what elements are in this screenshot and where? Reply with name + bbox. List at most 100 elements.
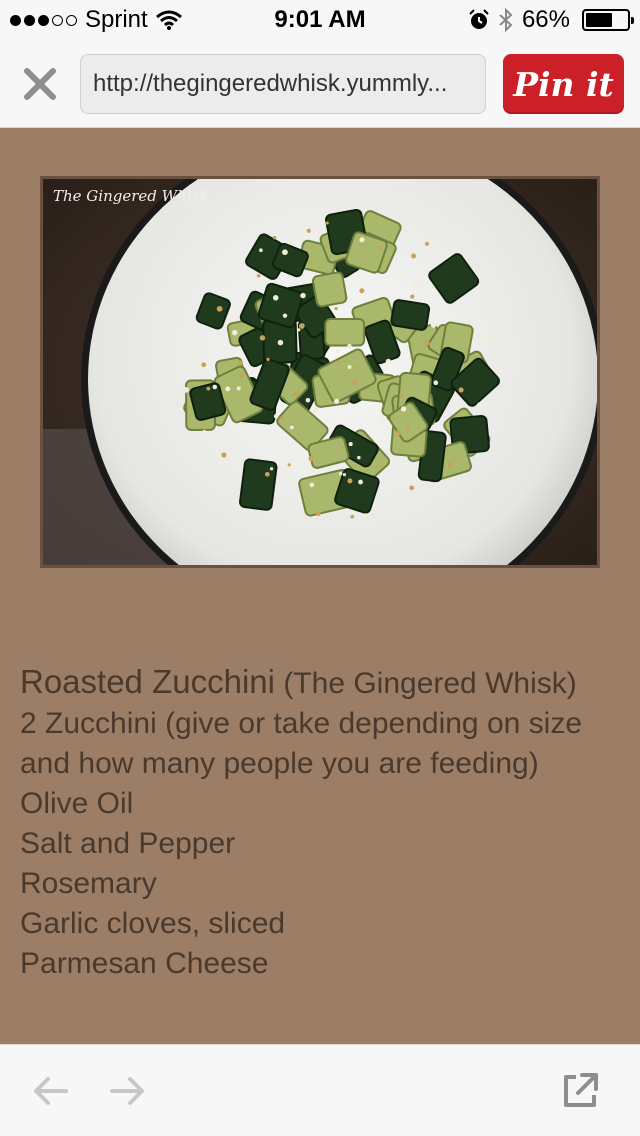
parmesan-speck	[309, 482, 315, 488]
parmesan-speck	[277, 339, 284, 346]
parmesan-speck	[266, 357, 270, 361]
parmesan-speck	[415, 233, 421, 239]
pin-it-button[interactable]: Pin it	[503, 54, 624, 114]
parmesan-speck	[238, 373, 244, 379]
parmesan-speck	[282, 313, 288, 318]
close-button[interactable]	[18, 62, 62, 106]
parmesan-speck	[399, 393, 403, 397]
parmesan-speck	[256, 273, 261, 278]
parmesan-speck	[479, 337, 486, 344]
parmesan-speck	[352, 365, 357, 370]
parmesan-speck	[289, 425, 294, 430]
battery-percent: 66%	[521, 6, 570, 33]
parmesan-speck	[308, 260, 312, 264]
bottom-toolbar	[0, 1044, 640, 1136]
parmesan-speck	[363, 513, 368, 518]
parmesan-speck	[498, 370, 504, 375]
pin-content: The Gingered Whisk Roasted Zucchini (The…	[0, 128, 640, 1044]
parmesan-speck	[188, 353, 195, 360]
parmesan-speck	[423, 339, 430, 346]
open-external-icon	[564, 1073, 598, 1107]
parmesan-speck	[433, 380, 439, 386]
zucchini-piece	[312, 271, 348, 308]
parmesan-speck	[319, 514, 324, 519]
ingredient-line: Salt and Pepper	[20, 827, 236, 860]
parmesan-speck	[259, 335, 266, 341]
parmesan-speck	[419, 279, 424, 284]
parmesan-speck	[216, 305, 223, 312]
ingredient-line: 2 Zucchini (give or take depending on si…	[20, 707, 583, 780]
parmesan-speck	[297, 513, 301, 517]
parmesan-speck	[489, 338, 494, 343]
ingredient-line: Olive Oil	[20, 787, 134, 820]
zucchini-photo[interactable]: The Gingered Whisk	[40, 176, 600, 568]
parmesan-speck	[287, 463, 291, 467]
parmesan-speck	[201, 362, 207, 368]
photo-watermark: The Gingered Whisk	[53, 187, 209, 205]
parmesan-speck	[239, 422, 243, 427]
parmesan-speck	[338, 471, 343, 476]
browser-toolbar: http://thegingeredwhisk.yummly... Pin it	[0, 40, 640, 128]
parmesan-speck	[297, 328, 301, 332]
open-external-button[interactable]	[556, 1067, 604, 1115]
recipe-source: (The Gingered Whisk)	[283, 667, 577, 700]
parmesan-speck	[269, 467, 274, 471]
parmesan-speck	[300, 292, 306, 299]
parmesan-speck	[410, 281, 417, 287]
parmesan-speck	[385, 358, 392, 365]
parmesan-speck	[350, 514, 355, 519]
parmesan-speck	[337, 360, 341, 364]
ingredient-line: Parmesan Cheese	[20, 947, 269, 980]
recipe-heading: Roasted Zucchini (The Gingered Whisk)	[20, 662, 624, 704]
url-field[interactable]: http://thegingeredwhisk.yummly...	[80, 54, 486, 114]
zucchini-piece	[390, 299, 431, 331]
parmesan-speck	[342, 473, 347, 477]
parmesan-speck	[358, 479, 363, 485]
parmesan-speck	[272, 295, 279, 301]
parmesan-speck	[335, 349, 340, 354]
parmesan-speck	[347, 365, 352, 369]
ingredient-line: Garlic cloves, sliced	[20, 907, 286, 940]
parmesan-speck	[273, 413, 279, 419]
parmesan-speck	[409, 485, 415, 491]
bluetooth-icon	[499, 8, 513, 32]
parmesan-speck	[221, 452, 227, 458]
parmesan-speck	[379, 246, 383, 250]
parmesan-speck	[312, 408, 318, 414]
url-text: http://thegingeredwhisk.yummly...	[93, 70, 448, 97]
parmesan-speck	[309, 246, 313, 250]
back-button[interactable]	[26, 1067, 74, 1115]
parmesan-speck	[305, 397, 311, 403]
parmesan-speck	[236, 386, 241, 391]
status-bar: Sprint 9:01 AM 66%	[0, 0, 640, 40]
parmesan-speck	[347, 478, 353, 484]
parmesan-speck	[424, 241, 430, 246]
parmesan-speck	[473, 326, 478, 330]
parmesan-speck	[212, 384, 218, 390]
parmesan-speck	[282, 249, 288, 256]
parmesan-speck	[333, 356, 337, 360]
parmesan-speck	[380, 417, 384, 421]
parmesan-speck	[405, 424, 411, 430]
arrow-left-icon	[34, 1077, 68, 1105]
parmesan-speck	[347, 343, 352, 349]
parmesan-speck	[237, 360, 244, 366]
parmesan-speck	[280, 416, 284, 421]
parmesan-speck	[430, 322, 437, 328]
zucchini-piece	[239, 458, 278, 511]
parmesan-speck	[447, 461, 454, 467]
parmesan-speck	[306, 228, 311, 233]
parmesan-speck	[400, 406, 407, 412]
parmesan-speck	[458, 387, 464, 393]
alarm-icon	[469, 9, 489, 29]
recipe-description: Roasted Zucchini (The Gingered Whisk) 2 …	[20, 662, 624, 984]
parmesan-speck	[265, 471, 270, 477]
parmesan-speck	[334, 306, 338, 311]
parmesan-speck	[396, 430, 401, 436]
parmesan-speck	[498, 345, 502, 350]
parmesan-speck	[259, 248, 263, 253]
zucchini-piece	[324, 317, 366, 347]
parmesan-speck	[476, 402, 483, 409]
recipe-title: Roasted Zucchini	[20, 663, 275, 700]
forward-button[interactable]	[104, 1067, 152, 1115]
